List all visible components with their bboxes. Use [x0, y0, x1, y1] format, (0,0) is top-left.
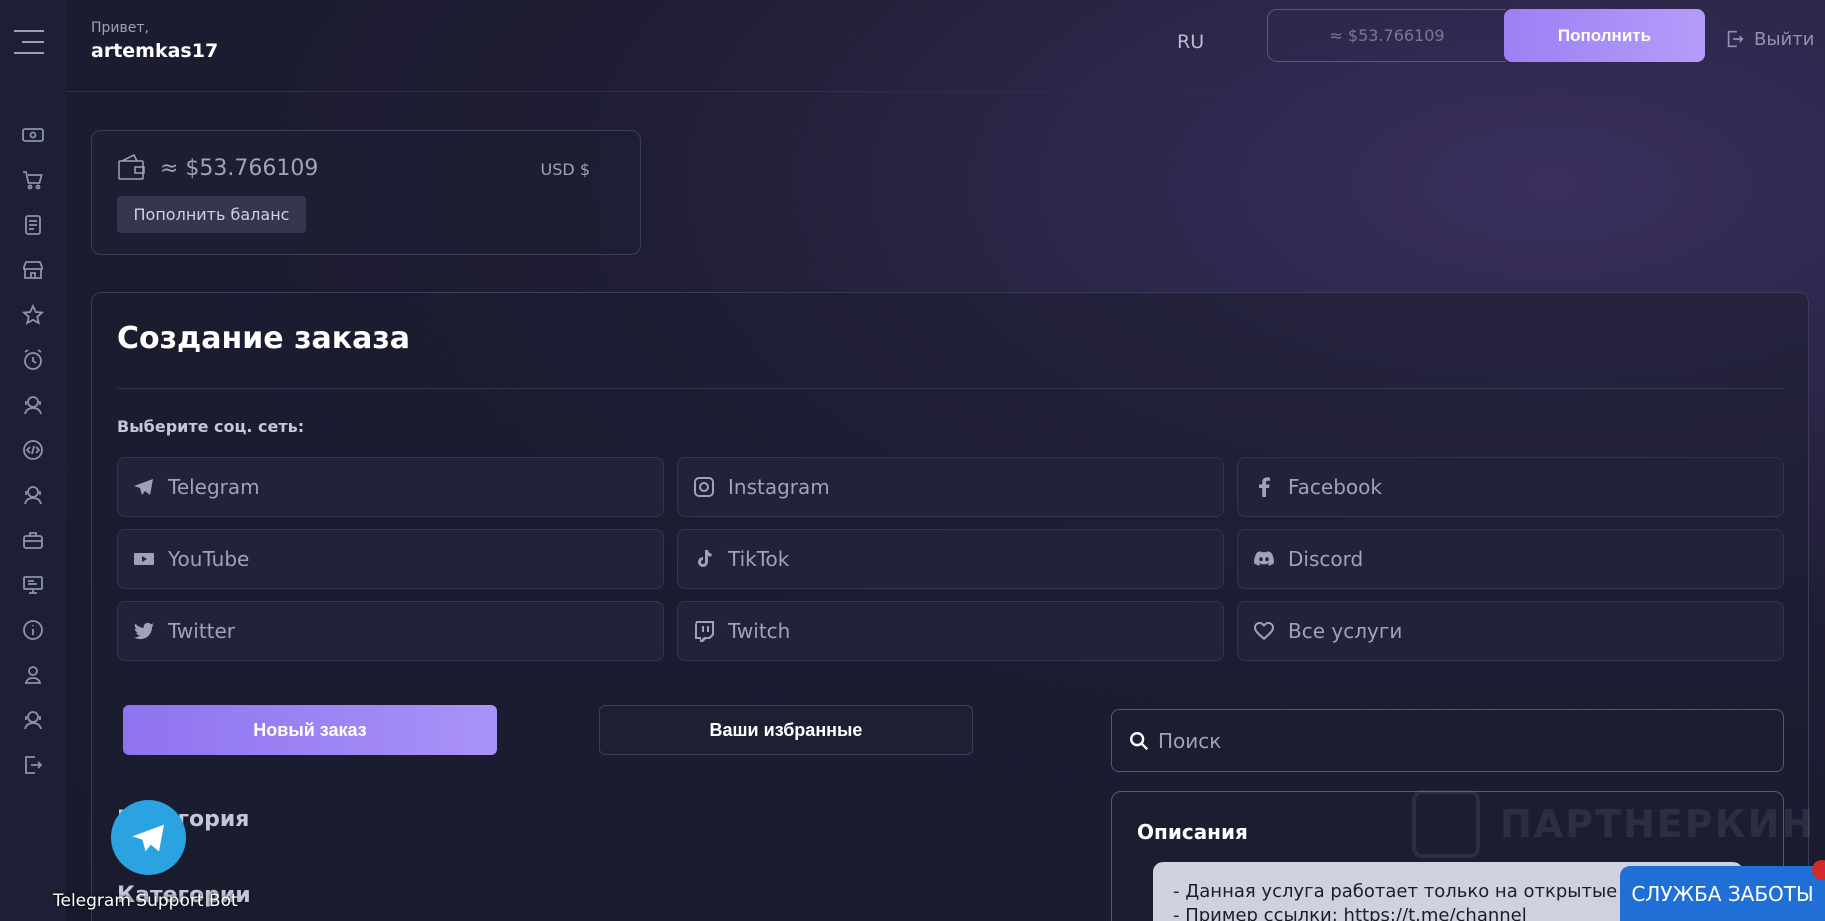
care-service-button[interactable]: СЛУЖБА ЗАБОТЫ: [1620, 866, 1825, 921]
logout-icon[interactable]: [0, 742, 66, 787]
logout-icon: [1727, 30, 1744, 48]
search-icon: [1130, 731, 1149, 750]
telegram-icon: [134, 479, 153, 495]
social-label-facebook: Facebook: [1288, 475, 1382, 499]
balance-currency: USD $: [540, 160, 590, 179]
support-icon[interactable]: [0, 472, 66, 517]
money-icon[interactable]: [0, 112, 66, 157]
watermark-logo-icon: [1412, 790, 1480, 858]
social-twitter[interactable]: Twitter: [117, 601, 664, 661]
social-label-instagram: Instagram: [728, 475, 830, 499]
tiktok-icon: [698, 550, 712, 567]
topup-balance-button[interactable]: Пополнить баланс: [117, 196, 306, 233]
youtube-icon: [134, 553, 154, 565]
support-icon[interactable]: [0, 382, 66, 427]
document-icon[interactable]: [0, 202, 66, 247]
balance-card: ≈ $53.766109 USD $ Пополнить баланс: [91, 130, 641, 255]
sidebar-nav: [0, 112, 66, 787]
social-label: Выберите соц. сеть:: [117, 417, 305, 436]
social-tiktok[interactable]: TikTok: [677, 529, 1224, 589]
heart-icon: [1254, 622, 1274, 640]
social-label-twitch: Twitch: [728, 619, 791, 643]
briefcase-icon[interactable]: [0, 517, 66, 562]
notification-badge: [1812, 860, 1825, 880]
social-all-services[interactable]: Все услуги: [1237, 601, 1784, 661]
social-twitch[interactable]: Twitch: [677, 601, 1224, 661]
header-balance: ≈ $53.766109: [1267, 9, 1506, 62]
page-title: Создание заказа: [117, 321, 411, 356]
balance-amount: ≈ $53.766109: [160, 156, 319, 181]
facebook-icon: [1259, 477, 1270, 497]
social-youtube[interactable]: YouTube: [117, 529, 664, 589]
search-input[interactable]: [1158, 728, 1758, 753]
sidebar: [0, 0, 66, 921]
tab-favorites[interactable]: Ваши избранные: [599, 705, 973, 755]
store-icon[interactable]: [0, 247, 66, 292]
social-facebook[interactable]: Facebook: [1237, 457, 1784, 517]
telegram-icon: [131, 824, 164, 851]
menu-icon[interactable]: [14, 30, 44, 54]
info-icon[interactable]: [0, 607, 66, 652]
discord-icon: [1254, 551, 1274, 566]
twitter-icon: [134, 622, 154, 640]
social-telegram[interactable]: Telegram: [117, 457, 664, 517]
tab-new-order[interactable]: Новый заказ: [123, 705, 497, 755]
telegram-bot-button[interactable]: [111, 800, 186, 875]
user-icon[interactable]: [0, 652, 66, 697]
monitor-icon[interactable]: [0, 562, 66, 607]
topbar: Привет, artemkas17 RU ≈ $53.766109 Попол…: [66, 0, 1825, 92]
logout-label: Выйти: [1754, 28, 1815, 50]
greeting-text: Привет,: [91, 20, 149, 36]
social-label-youtube: YouTube: [168, 547, 250, 571]
social-label-all-services: Все услуги: [1288, 619, 1403, 643]
star-icon[interactable]: [0, 292, 66, 337]
social-discord[interactable]: Discord: [1237, 529, 1784, 589]
watermark-text: ПАРТНЕРКИН: [1500, 802, 1816, 846]
support-icon[interactable]: [0, 697, 66, 742]
divider: [117, 388, 1784, 389]
username: artemkas17: [91, 40, 219, 62]
twitch-icon: [695, 621, 714, 642]
code-icon[interactable]: [0, 427, 66, 472]
social-label-discord: Discord: [1288, 547, 1364, 571]
language-switcher[interactable]: RU: [1177, 31, 1204, 53]
social-instagram[interactable]: Instagram: [677, 457, 1224, 517]
social-label-twitter: Twitter: [168, 619, 236, 643]
telegram-bot-label: Telegram Support Bot: [53, 891, 238, 911]
watermark: ПАРТНЕРКИН: [1412, 790, 1815, 858]
social-label-tiktok: TikTok: [728, 547, 790, 571]
logout-button[interactable]: Выйти: [1724, 28, 1814, 50]
search-box: [1111, 709, 1784, 772]
instagram-icon: [694, 477, 714, 497]
description-title: Описания: [1137, 820, 1248, 844]
clock-icon[interactable]: [0, 337, 66, 382]
social-grid: Telegram Instagram Facebook YouTube TikT…: [117, 457, 1784, 661]
wallet-icon: [117, 153, 147, 187]
topup-button[interactable]: Пополнить: [1504, 9, 1705, 62]
cart-icon[interactable]: [0, 157, 66, 202]
social-label-telegram: Telegram: [168, 475, 260, 499]
